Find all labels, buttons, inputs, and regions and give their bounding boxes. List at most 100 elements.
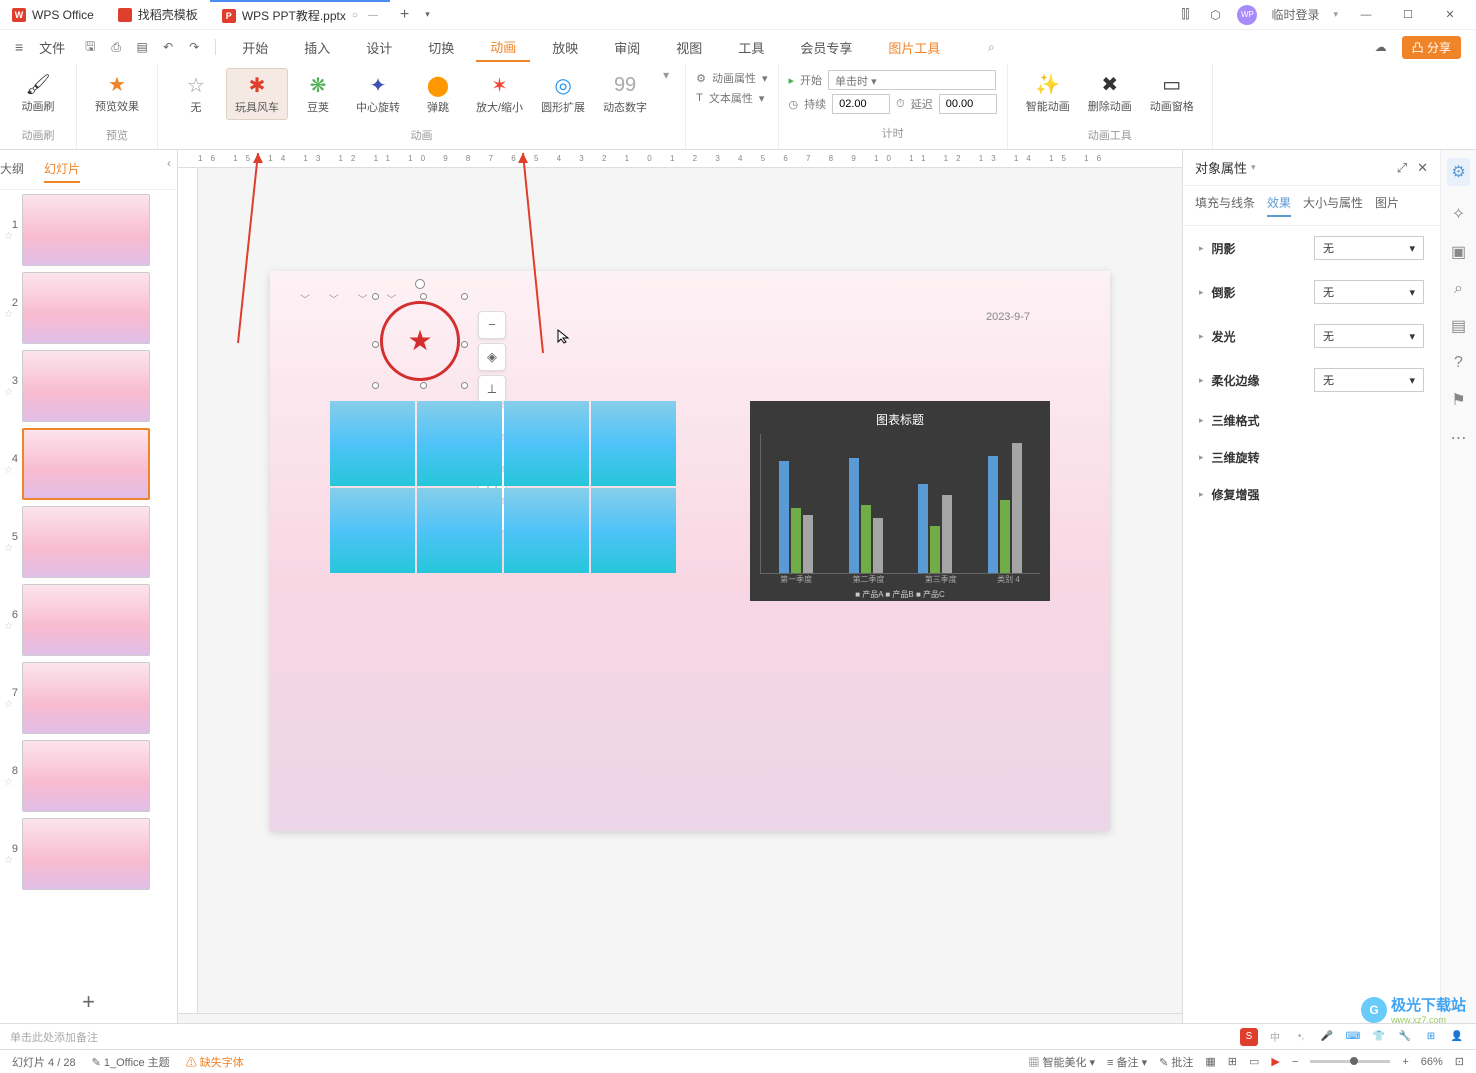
star-icon[interactable]: ☆ [4,855,18,866]
发光-select[interactable]: 无▾ [1314,324,1424,348]
save-icon[interactable]: 🖫 [81,38,99,56]
柔化边缘-select[interactable]: 无▾ [1314,368,1424,392]
grid-image[interactable] [417,401,502,486]
notes-bar[interactable]: 单击此处添加备注 S 中 •, 🎤 ⌨ 👕 🔧 ⊞ 👤 [0,1023,1476,1049]
star-icon[interactable]: ☆ [4,231,18,242]
view-normal-icon[interactable]: ▦ [1205,1055,1215,1068]
grid-image[interactable] [330,488,415,573]
star-icon[interactable]: ☆ [4,777,18,788]
tab-minimize-icon[interactable]: ○ [352,10,358,21]
reader-icon[interactable]: ⫿⫿ [1177,7,1193,23]
grid-image[interactable] [591,488,676,573]
rotate-handle[interactable] [415,279,425,289]
avatar[interactable]: WP [1237,5,1257,25]
section-倒影[interactable]: ▸倒影无▾ [1183,270,1440,314]
search-side-icon[interactable]: ⌕ [1454,280,1463,298]
slide-thumbnail-6[interactable] [22,584,150,656]
search-icon[interactable]: ⌕ [982,38,1000,56]
help-icon[interactable]: ? [1454,354,1463,372]
gift-icon[interactable]: ⚑ [1451,390,1465,410]
collapse-icon[interactable]: ‹ [161,156,177,183]
animation-弹跳[interactable]: ⬤弹跳 [410,68,466,120]
duration-input[interactable] [832,94,890,114]
star-icon[interactable]: ☆ [4,699,18,710]
print-icon[interactable]: ⎙ [107,38,125,56]
smart-beautify-button[interactable]: ▦ 智能美化 ▾ [1028,1054,1095,1070]
delete-animation-button[interactable]: ✖删除动画 [1080,68,1140,118]
more-side-icon[interactable]: ⋯ [1451,428,1467,448]
slide-canvas[interactable]: ﹀ ﹀ ﹀ ﹀ 2023-9-7 ★ − ◈ ⟂ ⌕ ✧ [270,271,1110,831]
grid-image[interactable] [591,401,676,486]
menu-animation[interactable]: 动画 [476,33,530,62]
section-三维格式[interactable]: ▸三维格式 [1183,402,1440,439]
zoom-slider[interactable] [1310,1060,1390,1063]
star-icon[interactable]: ☆ [4,621,18,632]
redo-icon[interactable]: ↷ [185,38,203,56]
properties-tab-大小与属性[interactable]: 大小与属性 [1303,194,1363,217]
undo-icon[interactable]: ↶ [159,38,177,56]
grid-image[interactable] [504,401,589,486]
animation-玩具风车[interactable]: ✱玩具风车 [226,68,288,120]
notes-button[interactable]: ≡ 备注 ▾ [1107,1054,1147,1070]
expand-icon[interactable]: ▸ [1199,489,1204,500]
crop-button[interactable]: ⟂ [478,375,506,403]
zoom-out-icon[interactable]: − [1292,1056,1298,1068]
tab-add-button[interactable]: + [390,6,419,24]
share-button[interactable]: 凸 分享 [1402,36,1461,59]
preview-icon[interactable]: ▤ [133,38,151,56]
倒影-select[interactable]: 无▾ [1314,280,1424,304]
slide-thumbnail-3[interactable] [22,350,150,422]
preview-button[interactable]: ★ 预览效果 [87,68,147,118]
expand-icon[interactable]: ▸ [1199,415,1204,426]
star-icon[interactable]: ☆ [4,309,18,320]
menu-member[interactable]: 会员专享 [786,34,866,61]
image-grid[interactable] [330,401,676,573]
smart-animation-button[interactable]: ✨智能动画 [1018,68,1078,118]
tab-dropdown-icon[interactable]: ▾ [419,9,436,20]
section-三维旋转[interactable]: ▸三维旋转 [1183,439,1440,476]
window-maximize-button[interactable]: ☐ [1394,5,1422,25]
chevron-down-icon[interactable]: ▾ [1251,162,1256,173]
animation-中心旋转[interactable]: ✦中心旋转 [348,68,408,120]
zoom-value[interactable]: 66% [1421,1056,1443,1068]
window-minimize-button[interactable]: — [1352,5,1380,25]
thumbnails-list[interactable]: 1☆2☆3☆4☆5☆6☆7☆8☆9☆ [0,190,177,981]
h-scrollbar[interactable] [178,1013,1182,1023]
section-阴影[interactable]: ▸阴影无▾ [1183,226,1440,270]
expand-icon[interactable]: ▸ [1199,331,1204,342]
style-icon[interactable]: ✧ [1452,204,1465,224]
login-label[interactable]: 临时登录 [1271,6,1319,23]
menu-review[interactable]: 审阅 [600,34,654,61]
delay-input[interactable] [939,94,997,114]
notes-placeholder[interactable]: 单击此处添加备注 [10,1029,98,1045]
animation-动态数字[interactable]: 99动态数字 [595,68,655,120]
view-reading-icon[interactable]: ▭ [1249,1055,1259,1068]
outline-tab[interactable]: 大纲 [0,156,24,183]
star-icon[interactable]: ☆ [4,465,18,476]
missing-font-warning[interactable]: ⚠ 缺失字体 [186,1054,244,1070]
view-sorter-icon[interactable]: ⊞ [1228,1055,1237,1068]
grid-image[interactable] [330,401,415,486]
selection-handles[interactable] [376,297,464,385]
animation-圆形扩展[interactable]: ◎圆形扩展 [533,68,593,120]
animation-brush-button[interactable]: 🖌 动画刷 [10,68,66,118]
cloud-icon[interactable]: ☁ [1372,38,1390,56]
animation-无[interactable]: ☆无 [168,68,224,120]
expand-icon[interactable]: ▸ [1199,375,1204,386]
menu-start[interactable]: 开始 [228,34,282,61]
zoom-in-icon[interactable]: + [1402,1056,1408,1068]
tab-templates[interactable]: 找稻壳模板 [106,0,210,29]
close-icon[interactable]: ✕ [1417,160,1428,176]
slide-thumbnail-9[interactable] [22,818,150,890]
star-icon[interactable]: ☆ [4,387,18,398]
expand-icon[interactable]: ▸ [1199,243,1204,254]
slide-thumbnail-4[interactable] [22,428,150,500]
start-select[interactable]: 单击时 ▾ [828,70,996,90]
menu-icon[interactable]: ≡ [15,39,23,55]
tab-close-icon[interactable]: — [368,10,378,21]
comments-button[interactable]: ✎ 批注 [1159,1054,1193,1070]
slide-thumbnail-5[interactable] [22,506,150,578]
slides-tab[interactable]: 幻灯片 [44,156,80,183]
chevron-down-icon[interactable]: ▾ [657,68,675,82]
window-close-button[interactable]: ✕ [1436,5,1464,25]
